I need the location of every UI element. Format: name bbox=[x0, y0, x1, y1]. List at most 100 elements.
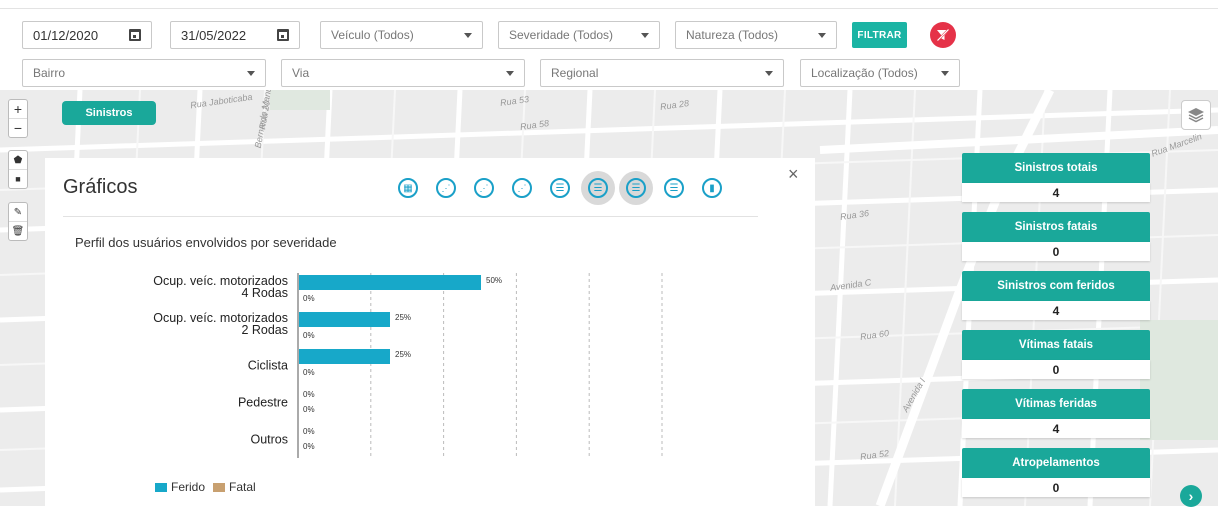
chevron-down-icon bbox=[247, 70, 255, 76]
chart-type-hbar-button[interactable]: ☰ bbox=[543, 171, 577, 205]
chart-type-column-button[interactable]: ▮ bbox=[695, 171, 729, 205]
category-label: Outros bbox=[250, 433, 288, 447]
bar-ferido bbox=[299, 312, 390, 327]
date-end-field[interactable]: 31/05/2022 bbox=[170, 21, 300, 49]
trash-icon: 🗑 bbox=[11, 225, 25, 237]
severidade-select[interactable]: Severidade (Todos) bbox=[498, 21, 660, 49]
top-border bbox=[0, 0, 1218, 9]
bairro-select[interactable]: Bairro bbox=[22, 59, 266, 87]
stat-label: Vítimas feridas bbox=[962, 389, 1150, 419]
chart-type-grid-button[interactable]: ▦ bbox=[391, 171, 425, 205]
filter-button[interactable]: FILTRAR bbox=[852, 22, 907, 48]
street-label: Rua 52 bbox=[859, 448, 890, 462]
chevron-right-icon: › bbox=[1188, 488, 1194, 504]
chart-type-hbar-button[interactable]: ☰ bbox=[657, 171, 691, 205]
bar-chart: 0%20%40%60%80%100%Ocup. veíc. motorizado… bbox=[153, 273, 663, 458]
stat-label: Vítimas fatais bbox=[962, 330, 1150, 360]
chart-type-line-button[interactable]: ⋰ bbox=[467, 171, 501, 205]
bar-chart-horizontal-icon: ☰ bbox=[550, 178, 570, 198]
line-chart-icon: ⋰ bbox=[436, 178, 456, 198]
edit-layers-button[interactable]: ✎ bbox=[9, 203, 27, 222]
layers-button[interactable] bbox=[1181, 100, 1211, 130]
filter-off-icon bbox=[936, 28, 950, 42]
sinistros-layer-badge[interactable]: Sinistros bbox=[62, 101, 156, 125]
data-label: 0% bbox=[303, 368, 315, 377]
stats-panel: Sinistros totais 4 Sinistros fatais 0 Sini… bbox=[962, 153, 1150, 507]
stat-card: Vítimas fatais 0 bbox=[962, 330, 1150, 379]
date-start-value: 01/12/2020 bbox=[33, 27, 99, 43]
draw-rectangle-button[interactable]: ■ bbox=[9, 170, 27, 188]
edit-icon: ✎ bbox=[13, 206, 23, 218]
layers-icon bbox=[1188, 108, 1204, 123]
street-label: Rua Jaboticaba bbox=[189, 91, 253, 111]
legend-label-fatal: Fatal bbox=[229, 480, 256, 494]
edit-control: ✎ 🗑 bbox=[8, 202, 28, 241]
date-start-field[interactable]: 01/12/2020 bbox=[22, 21, 152, 49]
next-page-button[interactable]: › bbox=[1180, 485, 1202, 507]
bar-chart-horizontal-icon: ☰ bbox=[664, 178, 684, 198]
category-label: 2 Rodas bbox=[241, 323, 288, 337]
stat-value: 0 bbox=[962, 478, 1150, 497]
localizacao-select[interactable]: Localização (Todos) bbox=[800, 59, 960, 87]
natureza-select[interactable]: Natureza (Todos) bbox=[675, 21, 837, 49]
data-label: 50% bbox=[486, 276, 502, 285]
chevron-down-icon bbox=[506, 70, 514, 76]
stat-value: 4 bbox=[962, 419, 1150, 438]
street-label: Avenida C bbox=[829, 277, 872, 293]
chart-type-line-button[interactable]: ⋰ bbox=[429, 171, 463, 205]
line-chart-icon: ⋰ bbox=[474, 178, 494, 198]
data-label: 0% bbox=[303, 331, 315, 340]
bar-ferido bbox=[299, 349, 390, 364]
veiculo-select[interactable]: Veículo (Todos) bbox=[320, 21, 483, 49]
data-label: 0% bbox=[303, 294, 315, 303]
close-icon[interactable]: × bbox=[788, 164, 799, 185]
panel-title: Gráficos bbox=[63, 176, 138, 198]
calendar-icon[interactable] bbox=[129, 29, 141, 41]
category-label: 4 Rodas bbox=[241, 286, 288, 300]
chevron-down-icon bbox=[941, 70, 949, 76]
chart-type-line-button[interactable]: ⋰ bbox=[505, 171, 539, 205]
calendar-icon[interactable] bbox=[277, 29, 289, 41]
street-label: Rua 60 bbox=[859, 328, 890, 342]
chevron-down-icon bbox=[818, 32, 826, 38]
stat-label: Sinistros com feridos bbox=[962, 271, 1150, 301]
regional-select[interactable]: Regional bbox=[540, 59, 784, 87]
localizacao-value: Localização (Todos) bbox=[811, 66, 918, 80]
date-end-value: 31/05/2022 bbox=[181, 27, 247, 43]
chevron-down-icon bbox=[464, 32, 472, 38]
zoom-in-button[interactable]: + bbox=[9, 100, 27, 119]
stat-card: Sinistros com feridos 4 bbox=[962, 271, 1150, 320]
zoom-out-button[interactable]: − bbox=[9, 119, 27, 137]
chart-legend: Ferido Fatal bbox=[155, 480, 256, 494]
data-label: 25% bbox=[395, 313, 411, 322]
stat-card: Vítimas feridas 4 bbox=[962, 389, 1150, 438]
stat-label: Atropelamentos bbox=[962, 448, 1150, 478]
legend-label-ferido: Ferido bbox=[171, 480, 206, 494]
stat-label: Sinistros fatais bbox=[962, 212, 1150, 242]
square-icon: ■ bbox=[15, 174, 21, 184]
veiculo-value: Veículo (Todos) bbox=[331, 28, 414, 42]
chart-type-hbar-button-selected[interactable]: ☰ bbox=[581, 171, 615, 205]
category-label: Ciclista bbox=[248, 359, 288, 373]
stat-card: Atropelamentos 0 bbox=[962, 448, 1150, 497]
street-label: Avenida I bbox=[900, 376, 928, 414]
street-label: Rua 58 bbox=[519, 118, 550, 132]
chart-type-toolbar: ▦ ⋰ ⋰ ⋰ ☰ ☰ ☰ ☰ ▮ bbox=[391, 171, 733, 205]
clear-filter-button[interactable] bbox=[930, 22, 956, 48]
street-label: Rua 53 bbox=[499, 94, 530, 108]
chart-title: Perfil dos usuários envolvidos por sever… bbox=[75, 235, 337, 250]
draw-polygon-button[interactable]: ⬟ bbox=[9, 151, 27, 170]
stat-value: 4 bbox=[962, 301, 1150, 320]
stat-card: Sinistros totais 4 bbox=[962, 153, 1150, 202]
via-select[interactable]: Via bbox=[281, 59, 525, 87]
draw-control: ⬟ ■ bbox=[8, 150, 28, 189]
chart-type-hbar-button-selected[interactable]: ☰ bbox=[619, 171, 653, 205]
zoom-control: + − bbox=[8, 99, 28, 138]
delete-layers-button[interactable]: 🗑 bbox=[9, 222, 27, 240]
data-label: 25% bbox=[395, 350, 411, 359]
data-label: 0% bbox=[303, 390, 315, 399]
legend-swatch-ferido bbox=[155, 482, 167, 492]
stat-value: 0 bbox=[962, 360, 1150, 379]
street-label: Rua Marcelin bbox=[1149, 131, 1204, 159]
bar-chart-horizontal-icon: ☰ bbox=[626, 178, 646, 198]
